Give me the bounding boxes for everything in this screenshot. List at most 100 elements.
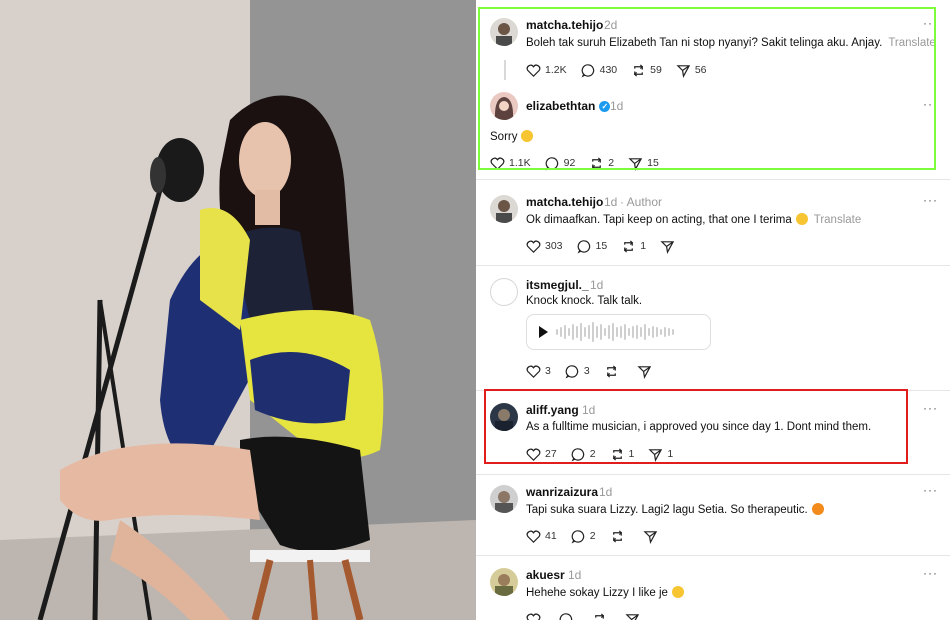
smile-emoji-icon bbox=[671, 586, 684, 598]
replies-feed[interactable]: matcha.tehijo 2d ··· Boleh tak suruh Eli… bbox=[476, 0, 950, 620]
reply-post: wanrizaizura 1d ··· Tapi suka suara Lizz… bbox=[476, 475, 950, 556]
reply-button[interactable]: 2 bbox=[571, 529, 596, 544]
reply-button[interactable]: 3 bbox=[565, 364, 590, 379]
thread-post: matcha.tehijo 2d ··· Boleh tak suruh Eli… bbox=[476, 0, 950, 180]
repost-icon bbox=[595, 612, 605, 620]
post-text: Sorry bbox=[490, 130, 534, 143]
post-text: Tapi suka suara Lizzy. Lagi2 lagu Setia.… bbox=[526, 503, 824, 516]
more-options-icon[interactable]: ··· bbox=[923, 16, 938, 30]
username[interactable]: wanrizaizura bbox=[526, 485, 598, 499]
like-count: 27 bbox=[545, 448, 557, 460]
heart-icon bbox=[526, 239, 541, 253]
share-button[interactable]: 1 bbox=[648, 447, 673, 462]
share-button[interactable]: 15 bbox=[628, 156, 659, 171]
post-time: 1d bbox=[610, 99, 624, 113]
like-button[interactable]: 303 bbox=[526, 239, 563, 254]
post-body: Sorry bbox=[490, 131, 518, 143]
post-text: Boleh tak suruh Elizabeth Tan ni stop ny… bbox=[526, 37, 936, 49]
action-bar: 41 2 bbox=[526, 528, 676, 544]
avatar[interactable] bbox=[490, 485, 518, 513]
repost-icon bbox=[624, 239, 634, 253]
more-options-icon[interactable]: ··· bbox=[923, 566, 938, 580]
send-icon bbox=[625, 613, 640, 620]
send-icon bbox=[648, 448, 663, 462]
repost-button[interactable] bbox=[592, 612, 611, 620]
username[interactable]: akuesr bbox=[526, 568, 565, 582]
reply-count: 430 bbox=[599, 64, 618, 76]
avatar[interactable] bbox=[490, 568, 518, 596]
grin-emoji-icon bbox=[795, 213, 808, 225]
repost-count: 1 bbox=[640, 240, 647, 252]
more-options-icon[interactable]: ··· bbox=[923, 193, 938, 207]
audio-waveform bbox=[556, 322, 674, 342]
share-count: 15 bbox=[647, 157, 659, 169]
reply-post: itsmegjul._ 1d Knock knock. Talk talk. 3… bbox=[476, 266, 950, 391]
avatar[interactable] bbox=[490, 403, 518, 431]
post-time: 1d bbox=[599, 485, 613, 499]
post-time: 1d bbox=[590, 278, 604, 292]
send-icon bbox=[676, 64, 690, 78]
username[interactable]: aliff.yang bbox=[526, 403, 579, 417]
repost-icon bbox=[592, 156, 602, 170]
repost-button[interactable] bbox=[604, 364, 623, 379]
post-time: 2d bbox=[604, 18, 618, 32]
more-options-icon[interactable]: ··· bbox=[923, 483, 938, 497]
repost-button[interactable]: 59 bbox=[631, 63, 662, 78]
comment-icon bbox=[545, 156, 558, 170]
reply-button[interactable]: 92 bbox=[545, 156, 575, 171]
action-bar: 303 15 1 bbox=[526, 238, 693, 254]
share-button[interactable] bbox=[637, 364, 656, 379]
username[interactable]: matcha.tehijo bbox=[526, 195, 603, 209]
translate-link[interactable]: Translate bbox=[888, 37, 936, 49]
reply-count: 2 bbox=[589, 530, 596, 542]
repost-count: 59 bbox=[650, 64, 662, 76]
reply-post: akuesr 1d ··· Hehehe sokay Lizzy I like … bbox=[476, 556, 950, 620]
avatar[interactable] bbox=[490, 92, 518, 120]
avatar[interactable] bbox=[490, 18, 518, 46]
action-bar bbox=[526, 611, 658, 620]
reply-count: 2 bbox=[589, 448, 596, 460]
repost-button[interactable]: 2 bbox=[589, 156, 614, 171]
play-icon[interactable] bbox=[539, 326, 548, 338]
username[interactable]: matcha.tehijo bbox=[526, 18, 603, 32]
like-count: 1.2K bbox=[545, 64, 567, 76]
more-options-icon[interactable]: ··· bbox=[923, 97, 938, 111]
username-text: elizabethtan bbox=[526, 99, 596, 113]
share-button[interactable] bbox=[642, 529, 662, 544]
repost-icon bbox=[612, 447, 622, 461]
translate-link[interactable]: Translate bbox=[814, 214, 862, 226]
like-button[interactable]: 1.2K bbox=[526, 63, 567, 78]
share-button[interactable] bbox=[625, 612, 644, 620]
reply-button[interactable]: 2 bbox=[571, 447, 596, 462]
repost-button[interactable] bbox=[610, 529, 629, 544]
share-count: 56 bbox=[694, 64, 707, 76]
sad-face-emoji-icon bbox=[521, 130, 534, 142]
send-icon bbox=[628, 157, 643, 171]
username[interactable]: itsmegjul._ bbox=[526, 278, 589, 292]
repost-button[interactable]: 1 bbox=[610, 447, 634, 462]
like-count: 303 bbox=[545, 240, 563, 252]
avatar[interactable] bbox=[490, 195, 518, 223]
like-button[interactable]: 27 bbox=[526, 447, 557, 462]
heart-icon bbox=[526, 447, 541, 461]
more-options-icon[interactable]: ··· bbox=[923, 401, 938, 415]
author-tag: · Author bbox=[620, 195, 663, 209]
voice-note-player[interactable] bbox=[526, 314, 711, 350]
like-button[interactable]: 3 bbox=[526, 364, 551, 379]
like-button[interactable] bbox=[526, 612, 545, 620]
comment-icon bbox=[581, 63, 594, 77]
username[interactable]: elizabethtan ✓ bbox=[526, 99, 611, 113]
share-button[interactable]: 56 bbox=[676, 63, 707, 78]
reply-post: matcha.tehijo 1d · Author ··· Ok dimaafk… bbox=[476, 181, 950, 266]
repost-button[interactable]: 1 bbox=[621, 239, 646, 254]
reply-button[interactable]: 430 bbox=[581, 63, 618, 78]
like-button[interactable]: 1.1K bbox=[490, 156, 531, 171]
like-button[interactable]: 41 bbox=[526, 529, 557, 544]
reply-button[interactable] bbox=[559, 612, 578, 620]
repost-icon bbox=[612, 529, 622, 543]
comment-icon bbox=[565, 364, 579, 378]
share-button[interactable] bbox=[660, 239, 679, 254]
post-body: Tapi suka suara Lizzy. Lagi2 lagu Setia.… bbox=[526, 504, 808, 516]
avatar[interactable] bbox=[490, 278, 518, 306]
reply-button[interactable]: 15 bbox=[577, 239, 607, 254]
